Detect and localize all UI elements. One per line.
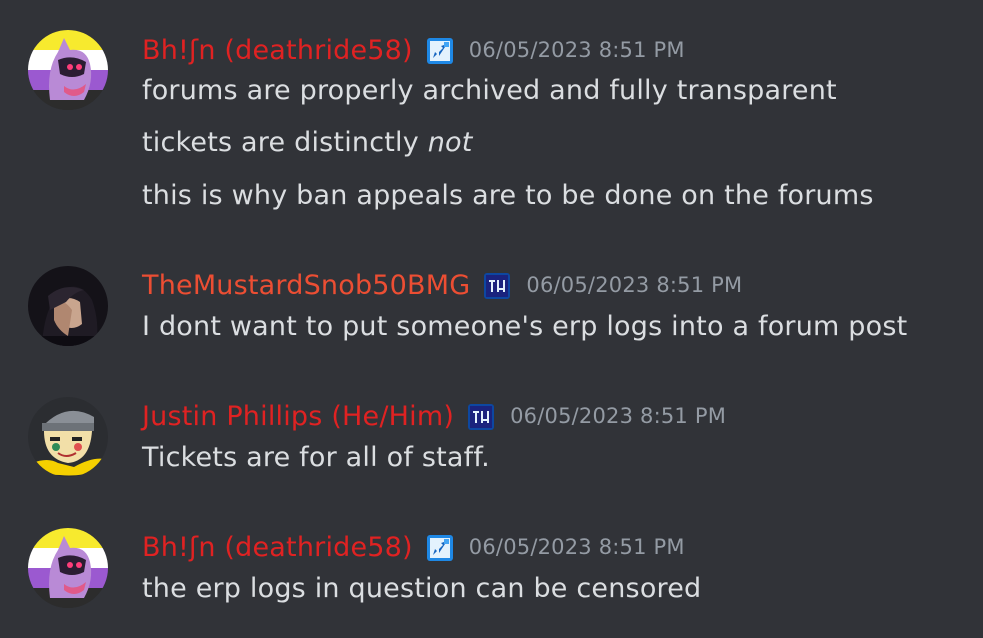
role-badge-icon[interactable] — [426, 535, 453, 561]
role-badge-icon[interactable] — [468, 404, 495, 430]
role-badge-icon[interactable] — [484, 273, 511, 299]
username[interactable]: Bh!ʃn (deathride58) — [142, 35, 413, 66]
avatar[interactable] — [28, 528, 108, 608]
username[interactable]: TheMustardSnob50BMG — [142, 270, 470, 301]
message-header: TheMustardSnob50BMG 06/05/2023 8:51 PM — [142, 265, 742, 305]
message-text: tickets are distinctly not — [142, 127, 473, 158]
message-text: forums are properly archived and fully t… — [142, 75, 837, 106]
avatar[interactable] — [28, 30, 108, 110]
timestamp: 06/05/2023 8:51 PM — [510, 404, 727, 428]
timestamp: 06/05/2023 8:51 PM — [526, 273, 743, 297]
username[interactable]: Bh!ʃn (deathride58) — [142, 532, 413, 563]
emphasis-text: not — [427, 127, 473, 158]
message-text: this is why ban appeals are to be done o… — [142, 180, 874, 211]
message-header: Justin Phillips (He/Him) 06/05/2023 8:51… — [142, 396, 726, 436]
message-text: I dont want to put someone's erp logs in… — [142, 311, 908, 342]
timestamp: 06/05/2023 8:51 PM — [468, 535, 685, 559]
message-text: the erp logs in question can be censored — [142, 573, 702, 604]
username[interactable]: Justin Phillips (He/Him) — [142, 401, 454, 432]
message-text-part: tickets are distinctly — [142, 127, 428, 158]
message-header: Bh!ʃn (deathride58) 06/05/2023 8:51 PM — [142, 527, 685, 567]
avatar[interactable] — [28, 266, 108, 346]
avatar[interactable] — [28, 397, 108, 477]
role-badge-icon[interactable] — [426, 38, 453, 64]
message-header: Bh!ʃn (deathride58) 06/05/2023 8:51 PM — [142, 30, 685, 70]
chat-log: Bh!ʃn (deathride58) 06/05/2023 8:51 PM f… — [0, 0, 983, 638]
timestamp: 06/05/2023 8:51 PM — [468, 38, 685, 62]
message-text: Tickets are for all of staff. — [142, 442, 490, 473]
